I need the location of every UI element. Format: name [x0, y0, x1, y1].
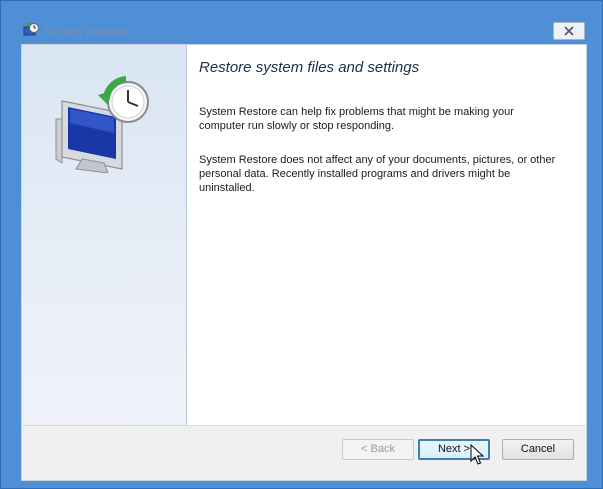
monitor-clock-restore-icon [52, 73, 152, 178]
back-button[interactable]: < Back [342, 439, 414, 460]
description-paragraph-1: System Restore can help fix problems tha… [199, 106, 514, 132]
description-paragraph-2: System Restore does not affect any of yo… [199, 154, 556, 194]
window-title: System Restore [43, 25, 129, 39]
cancel-button[interactable]: Cancel [502, 439, 574, 460]
mouse-pointer-icon [470, 443, 485, 471]
close-button[interactable] [553, 22, 585, 40]
dialog-client-area: Restore system files and settings System… [21, 44, 587, 481]
system-restore-icon [23, 22, 39, 39]
title-bar[interactable]: System Restore [1, 1, 602, 40]
page-title: Restore system files and settings [199, 59, 420, 76]
footer-divider [22, 425, 586, 426]
side-panel [22, 45, 187, 425]
content-panel: Restore system files and settings System… [187, 45, 586, 425]
system-restore-window: System Restore Restore system files and … [0, 0, 603, 489]
close-icon [564, 26, 574, 36]
